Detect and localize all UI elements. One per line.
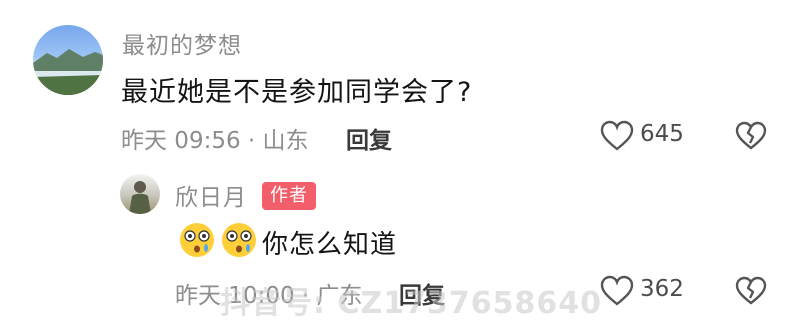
shocked-face-emoji-icon: [180, 223, 214, 257]
reply-username[interactable]: 欣日月: [175, 178, 247, 212]
douyin-watermark: 抖音号: CZ1737658640: [220, 286, 602, 321]
heart-icon[interactable]: [600, 275, 634, 307]
heart-icon[interactable]: [600, 120, 634, 152]
author-badge: 作者: [262, 182, 316, 210]
reply-button[interactable]: 回复: [346, 121, 392, 155]
avatar[interactable]: [33, 25, 103, 95]
reply-avatar[interactable]: [120, 174, 160, 214]
landscape-avatar-icon: [33, 49, 103, 95]
like-count: 362: [640, 276, 684, 302]
shocked-face-emoji-icon: [222, 223, 256, 257]
comment-username[interactable]: 最初的梦想: [122, 26, 242, 60]
comment-meta: 昨天 09:56 · 山东: [121, 128, 309, 154]
comment-text: 最近她是不是参加同学会了?: [121, 77, 473, 108]
broken-heart-icon[interactable]: [735, 121, 767, 151]
broken-heart-icon[interactable]: [735, 276, 767, 306]
like-count: 645: [640, 121, 684, 147]
reply-text: 你怎么知道: [262, 230, 398, 260]
person-avatar-icon: [129, 181, 151, 214]
